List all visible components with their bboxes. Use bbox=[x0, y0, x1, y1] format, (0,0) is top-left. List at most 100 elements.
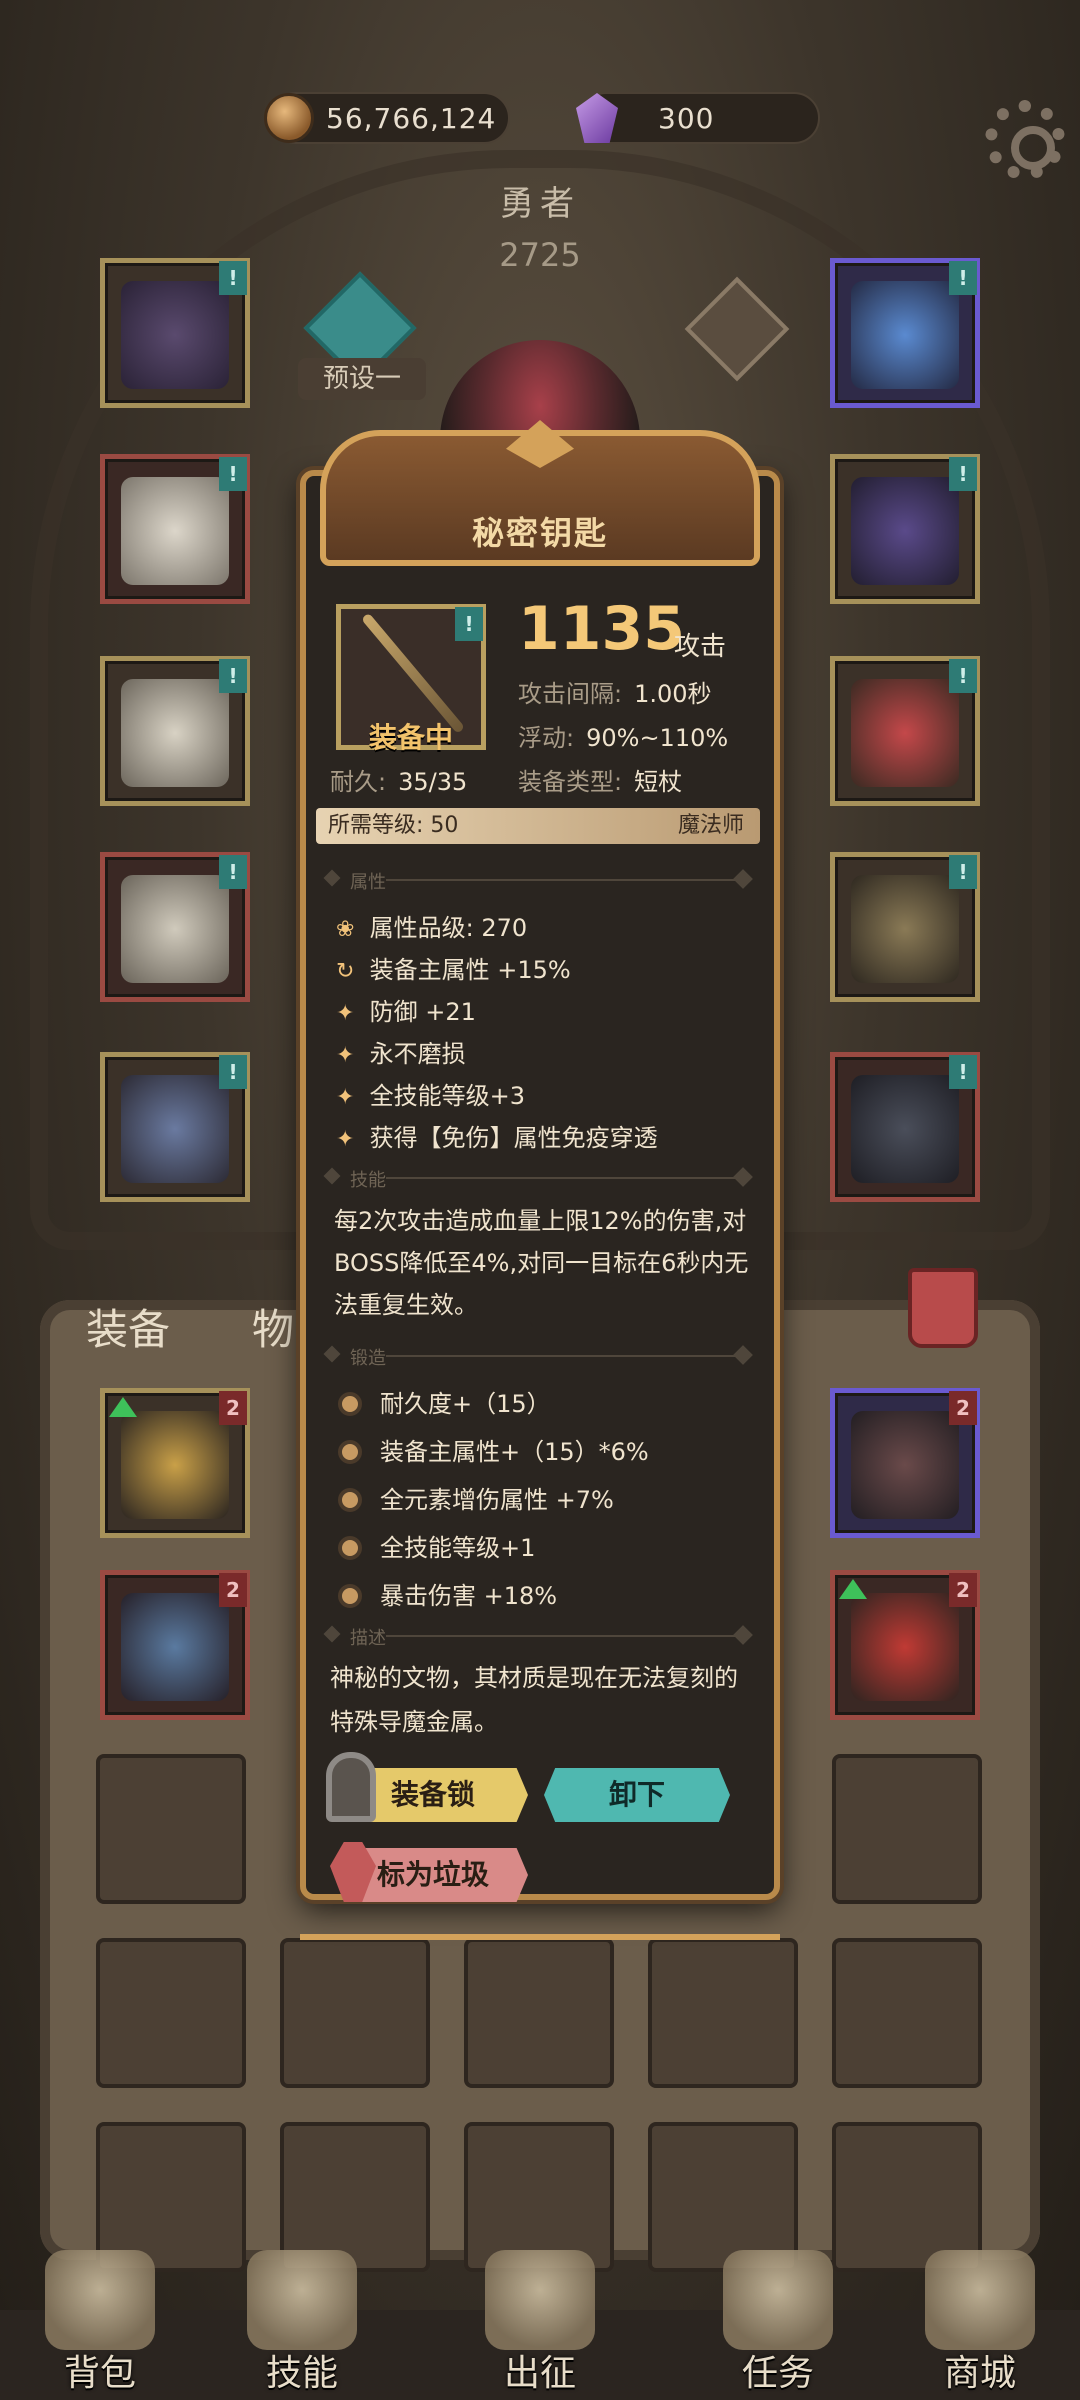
tag-icon: ! bbox=[949, 457, 977, 491]
refresh-icon: ↻ bbox=[336, 959, 355, 984]
dark-boots-icon bbox=[121, 1075, 229, 1183]
forge-line: 暴击伤害 +18% bbox=[338, 1576, 557, 1611]
sparkle-icon: ✦ bbox=[336, 1043, 355, 1068]
equipped-label: 装备中 bbox=[368, 721, 453, 754]
section-forge: 锻造 bbox=[323, 1342, 753, 1370]
blue-lantern-necklace-icon bbox=[851, 281, 959, 389]
empty-inventory-slot[interactable] bbox=[96, 1754, 246, 1904]
nav-label: 技能 bbox=[265, 2353, 338, 2394]
hero-power-score: 2725 bbox=[499, 236, 581, 274]
item-description: 神秘的文物，其材质是现在无法复刻的特殊导魔金属。 bbox=[330, 1664, 738, 1736]
forge-line: 耐久度+（15） bbox=[338, 1384, 551, 1419]
tag-icon: ! bbox=[219, 261, 247, 295]
purple-berry-amulet-icon bbox=[851, 477, 959, 585]
gold-coin-icon bbox=[264, 93, 314, 143]
equip-slot-helmet[interactable]: ! bbox=[100, 258, 250, 408]
section-description: 描述 bbox=[323, 1622, 753, 1650]
nav-shop[interactable]: 商城 bbox=[900, 2250, 1060, 2400]
attribute-line: ✦ 永不磨损 bbox=[336, 1040, 466, 1068]
quest-scroll-icon bbox=[723, 2250, 833, 2350]
skill-description: 每2次攻击造成血量上限12%的伤害,对BOSS降低至4%,对同一目标在6秒内无法… bbox=[334, 1207, 749, 1319]
inventory-slot[interactable]: 2 bbox=[100, 1388, 250, 1538]
inventory-slot[interactable]: 2 bbox=[830, 1570, 980, 1720]
forge-dot-icon bbox=[338, 1488, 362, 1512]
attribute-line: ✦ 防御 +21 bbox=[336, 998, 476, 1026]
nav-expedition[interactable]: 出征 bbox=[460, 2250, 620, 2400]
white-armor-icon bbox=[121, 679, 229, 787]
item-title: 秘密钥匙 bbox=[471, 514, 608, 552]
equip-slot-legs[interactable]: ! bbox=[100, 852, 250, 1002]
hero-name: 勇者 bbox=[500, 184, 580, 224]
tab-equipment[interactable]: 装备 bbox=[86, 1296, 170, 1357]
upgrade-arrow-icon bbox=[109, 1397, 137, 1417]
tag-icon: ! bbox=[455, 607, 483, 641]
required-level-bar: 所需等级: 50 魔法师 bbox=[316, 808, 760, 844]
badge-icon: 2 bbox=[219, 1573, 247, 1607]
section-skill: 技能 bbox=[323, 1164, 753, 1192]
empty-inventory-slot[interactable] bbox=[832, 1754, 982, 1904]
equip-slot-cloak[interactable]: ! bbox=[100, 454, 250, 604]
nav-quests[interactable]: 任务 bbox=[698, 2250, 858, 2400]
unequip-button[interactable]: 卸下 bbox=[544, 1768, 730, 1822]
tag-icon: ! bbox=[219, 1055, 247, 1089]
equipment-type: 装备类型: 短杖 bbox=[518, 768, 683, 796]
red-pendant-icon bbox=[851, 1593, 959, 1701]
hooded-mask-icon bbox=[121, 1411, 229, 1519]
attribute-line: ↻ 装备主属性 +15% bbox=[336, 956, 571, 984]
equip-slot-armor[interactable]: ! bbox=[100, 656, 250, 806]
tag-icon: ! bbox=[949, 659, 977, 693]
gold-amount: 56,766,124 bbox=[326, 101, 497, 135]
gear-icon[interactable] bbox=[985, 100, 1065, 180]
equip-slot-ring[interactable]: ! bbox=[830, 656, 980, 806]
sparkle-icon: ✦ bbox=[336, 1001, 355, 1026]
equip-slot-trinket[interactable]: ! bbox=[830, 1052, 980, 1202]
attack-interval: 攻击间隔: 1.00秒 bbox=[518, 680, 712, 708]
sparkle-icon: ✦ bbox=[336, 1085, 355, 1110]
forge-dot-icon bbox=[338, 1440, 362, 1464]
nav-label: 任务 bbox=[741, 2353, 814, 2394]
equip-slot-necklace[interactable]: ! bbox=[830, 258, 980, 408]
empty-inventory-slot[interactable] bbox=[464, 1938, 614, 2088]
equip-slot-weapon[interactable]: ! bbox=[830, 852, 980, 1002]
equip-slot-amulet[interactable]: ! bbox=[830, 454, 980, 604]
inventory-slot[interactable]: 2 bbox=[100, 1570, 250, 1720]
empty-inventory-slot[interactable] bbox=[280, 1938, 430, 2088]
empty-inventory-slot[interactable] bbox=[832, 1938, 982, 2088]
skill-book-icon bbox=[247, 2250, 357, 2350]
tab-items[interactable]: 物 bbox=[252, 1296, 294, 1357]
empty-inventory-slot[interactable] bbox=[648, 1938, 798, 2088]
birdcage-helmet-icon bbox=[121, 281, 229, 389]
durability: 耐久: 35/35 bbox=[330, 768, 468, 796]
wolf-head-icon bbox=[851, 1075, 959, 1183]
shop-icon bbox=[925, 2250, 1035, 2350]
lotus-icon: ❀ bbox=[336, 917, 355, 942]
equip-slot-boots[interactable]: ! bbox=[100, 1052, 250, 1202]
section-attributes: 属性 bbox=[323, 866, 753, 894]
preset-label[interactable]: 预设一 bbox=[298, 358, 426, 400]
attribute-line: ❀ 属性品级: 270 bbox=[336, 914, 528, 942]
nav-backpack[interactable]: 背包 bbox=[20, 2250, 180, 2400]
trash-bin-icon[interactable] bbox=[908, 1268, 978, 1348]
attribute-line: ✦ 全技能等级+3 bbox=[336, 1082, 526, 1110]
badge-icon: 2 bbox=[219, 1391, 247, 1425]
gold-counter: 56,766,124 bbox=[264, 92, 510, 144]
lock-icon bbox=[326, 1752, 376, 1822]
tag-icon: ! bbox=[949, 1055, 977, 1089]
damage-float: 浮动: 90%~110% bbox=[518, 724, 729, 752]
expedition-icon bbox=[485, 2250, 595, 2350]
forge-dot-icon bbox=[338, 1536, 362, 1560]
forge-line: 全元素增伤属性 +7% bbox=[338, 1480, 614, 1515]
nav-skills[interactable]: 技能 bbox=[222, 2250, 382, 2400]
inventory-slot[interactable]: 2 bbox=[830, 1388, 980, 1538]
gem-amount: 300 bbox=[658, 101, 715, 135]
gem-counter: 300 bbox=[576, 92, 820, 144]
forge-dot-icon bbox=[338, 1584, 362, 1608]
empty-inventory-slot[interactable] bbox=[96, 1938, 246, 2088]
upgrade-arrow-icon bbox=[839, 1579, 867, 1599]
forge-line: 全技能等级+1 bbox=[338, 1528, 535, 1563]
main-stat-value: 1135 bbox=[518, 594, 685, 664]
tag-icon: ! bbox=[219, 855, 247, 889]
nav-label: 商城 bbox=[943, 2353, 1016, 2394]
red-gem-ring-icon bbox=[851, 679, 959, 787]
nav-label: 背包 bbox=[63, 2353, 136, 2394]
